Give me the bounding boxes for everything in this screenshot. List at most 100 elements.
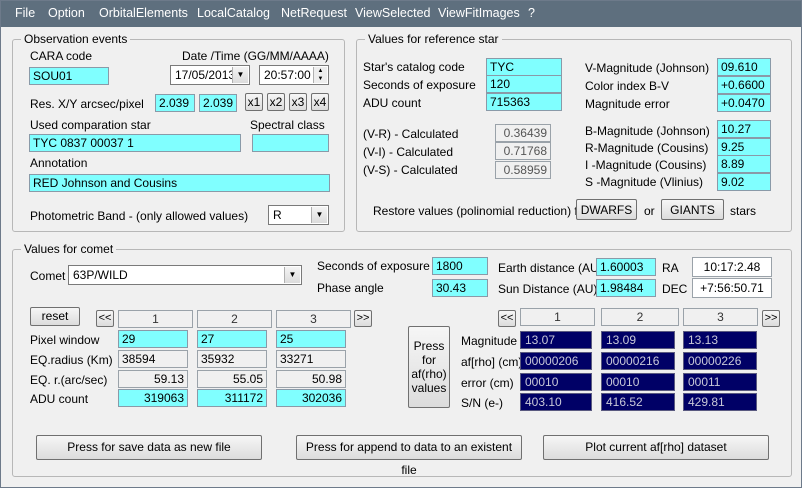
vi-field: 0.71768 bbox=[495, 142, 551, 160]
adu-count-2[interactable]: 311172 bbox=[197, 389, 267, 407]
comp-star-field[interactable]: TYC 0837 00037 1 bbox=[29, 134, 241, 152]
date-time-label: Date /Time (GG/MM/AAAA) bbox=[182, 49, 329, 63]
adu-count-3[interactable]: 302036 bbox=[276, 389, 346, 407]
dec-field[interactable]: +7:56:50.71 bbox=[692, 278, 772, 298]
menu-file[interactable]: File bbox=[15, 6, 35, 20]
res-y-field[interactable]: 2.039 bbox=[199, 94, 237, 112]
adu-count-label: ADU count bbox=[30, 392, 89, 406]
mag-error-field[interactable]: +0.0470 bbox=[717, 94, 771, 112]
annotation-label: Annotation bbox=[30, 156, 88, 170]
menu-orbital-elements[interactable]: OrbitalElements bbox=[99, 6, 188, 20]
chevron-down-icon[interactable]: ▼ bbox=[232, 67, 248, 83]
bv-field[interactable]: +0.6600 bbox=[717, 76, 771, 94]
rmag-field[interactable]: 9.25 bbox=[717, 138, 771, 156]
vs-field: 0.58959 bbox=[495, 161, 551, 179]
comet-select[interactable]: 63P/WILD ▼ bbox=[68, 265, 302, 285]
pixel-window-label: Pixel window bbox=[30, 333, 100, 347]
imag-field[interactable]: 8.89 bbox=[717, 155, 771, 173]
chevron-down-icon[interactable]: ▼ bbox=[311, 207, 327, 223]
smag-field[interactable]: 9.02 bbox=[717, 173, 771, 191]
time-spinner[interactable]: 20:57:00 ▲ ▼ bbox=[259, 65, 329, 85]
vr-field: 0.36439 bbox=[495, 124, 551, 142]
ra-field[interactable]: 10:17:2.48 bbox=[692, 257, 772, 277]
comp-star-label: Used comparation star bbox=[30, 118, 151, 132]
pixel-window-2[interactable]: 27 bbox=[197, 330, 267, 348]
phase-angle-field[interactable]: 30.43 bbox=[432, 279, 488, 297]
cara-code-field[interactable]: SOU01 bbox=[29, 67, 109, 85]
append-file-button[interactable]: Press for append to data to an existent … bbox=[296, 435, 522, 477]
error-3: 00011 bbox=[683, 373, 757, 391]
right-col-header-2: 2 bbox=[601, 308, 679, 326]
pixel-window-3[interactable]: 25 bbox=[276, 330, 346, 348]
ref-adu-label: ADU count bbox=[363, 96, 422, 110]
ref-adu-field[interactable]: 715363 bbox=[486, 93, 562, 111]
sun-distance-field[interactable]: 1.98484 bbox=[596, 279, 656, 297]
dwarfs-button[interactable]: DWARFS bbox=[576, 199, 637, 220]
vmag-field[interactable]: 09.610 bbox=[717, 58, 771, 76]
photometric-band-select[interactable]: R ▼ bbox=[268, 205, 329, 225]
bmag-field[interactable]: 10.27 bbox=[717, 120, 771, 138]
observation-events-title: Observation events bbox=[21, 32, 131, 46]
press-line-4: values bbox=[411, 381, 447, 395]
bv-label: Color index B-V bbox=[585, 79, 670, 93]
reset-button[interactable]: reset bbox=[30, 307, 80, 326]
left-prev-button[interactable]: << bbox=[96, 310, 114, 327]
menu-net-request[interactable]: NetRequest bbox=[281, 6, 347, 20]
menu-local-catalog[interactable]: LocalCatalog bbox=[197, 6, 270, 20]
phase-angle-label: Phase angle bbox=[317, 281, 384, 295]
earth-distance-label: Earth distance (AU) bbox=[498, 261, 603, 275]
catalog-code-field[interactable]: TYC bbox=[486, 58, 562, 76]
error-label: error (cm) bbox=[461, 376, 514, 390]
mag-error-label: Magnitude error bbox=[585, 97, 670, 111]
rmag-label: R-Magnitude (Cousins) bbox=[585, 141, 709, 155]
cara-code-label: CARA code bbox=[30, 49, 93, 63]
eq-arcsec-2: 55.05 bbox=[197, 370, 267, 388]
adu-count-1[interactable]: 319063 bbox=[118, 389, 188, 407]
press-line-3: af(rho) bbox=[411, 367, 447, 381]
catalog-code-label: Star's catalog code bbox=[363, 60, 465, 74]
eq-arcsec-1: 59.13 bbox=[118, 370, 188, 388]
menu-bar: File Option OrbitalElements LocalCatalog… bbox=[1, 1, 801, 27]
left-col-header-3: 3 bbox=[276, 310, 351, 328]
menu-help[interactable]: ? bbox=[528, 6, 535, 20]
error-1: 00010 bbox=[520, 373, 592, 391]
right-next-button[interactable]: >> bbox=[762, 310, 780, 327]
scale-x3-button[interactable]: x3 bbox=[289, 93, 307, 111]
magnitude-1: 13.07 bbox=[520, 331, 592, 349]
earth-distance-field[interactable]: 1.60003 bbox=[596, 258, 656, 276]
save-new-file-button[interactable]: Press for save data as new file bbox=[36, 435, 262, 460]
date-value: 17/05/2013 bbox=[175, 68, 236, 82]
spectral-class-field[interactable] bbox=[252, 134, 329, 152]
comet-exposure-field[interactable]: 1800 bbox=[432, 257, 488, 275]
plot-afrho-button[interactable]: Plot current af[rho] dataset bbox=[543, 435, 769, 460]
sn-label: S/N (e-) bbox=[461, 396, 503, 410]
pixel-window-1[interactable]: 29 bbox=[118, 330, 188, 348]
menu-view-selected[interactable]: ViewSelected bbox=[355, 6, 431, 20]
spin-arrows-icon[interactable]: ▲ ▼ bbox=[313, 67, 327, 83]
annotation-field[interactable]: RED Johnson and Cousins bbox=[29, 174, 330, 192]
vmag-label: V-Magnitude (Johnson) bbox=[585, 61, 710, 75]
giants-button[interactable]: GIANTS bbox=[661, 199, 724, 220]
compute-afrho-button[interactable]: Press for af(rho) values bbox=[408, 326, 450, 408]
vr-label: (V-R) - Calculated bbox=[363, 127, 459, 141]
eq-radius-1: 38594 bbox=[118, 350, 188, 368]
scale-x4-button[interactable]: x4 bbox=[311, 93, 329, 111]
scale-x2-button[interactable]: x2 bbox=[267, 93, 285, 111]
right-prev-button[interactable]: << bbox=[498, 310, 516, 327]
right-col-header-3: 3 bbox=[683, 308, 758, 326]
press-line-2: for bbox=[421, 353, 436, 367]
ref-exposure-field[interactable]: 120 bbox=[486, 75, 562, 93]
menu-option[interactable]: Option bbox=[48, 6, 85, 20]
res-x-field[interactable]: 2.039 bbox=[155, 94, 195, 112]
chevron-down-icon[interactable]: ▼ bbox=[284, 267, 300, 283]
resolution-label: Res. X/Y arcsec/pixel bbox=[30, 97, 144, 111]
sun-distance-label: Sun Distance (AU) bbox=[498, 282, 598, 296]
scale-x1-button[interactable]: x1 bbox=[245, 93, 263, 111]
eq-radius-label: EQ.radius (Km) bbox=[30, 353, 113, 367]
imag-label: I -Magnitude (Cousins) bbox=[585, 158, 707, 172]
menu-view-fit-images[interactable]: ViewFitImages bbox=[438, 6, 520, 20]
press-line-1: Press bbox=[413, 339, 445, 353]
time-value: 20:57:00 bbox=[264, 68, 311, 82]
left-next-button[interactable]: >> bbox=[354, 310, 372, 327]
date-picker[interactable]: 17/05/2013 ▼ bbox=[170, 65, 250, 85]
